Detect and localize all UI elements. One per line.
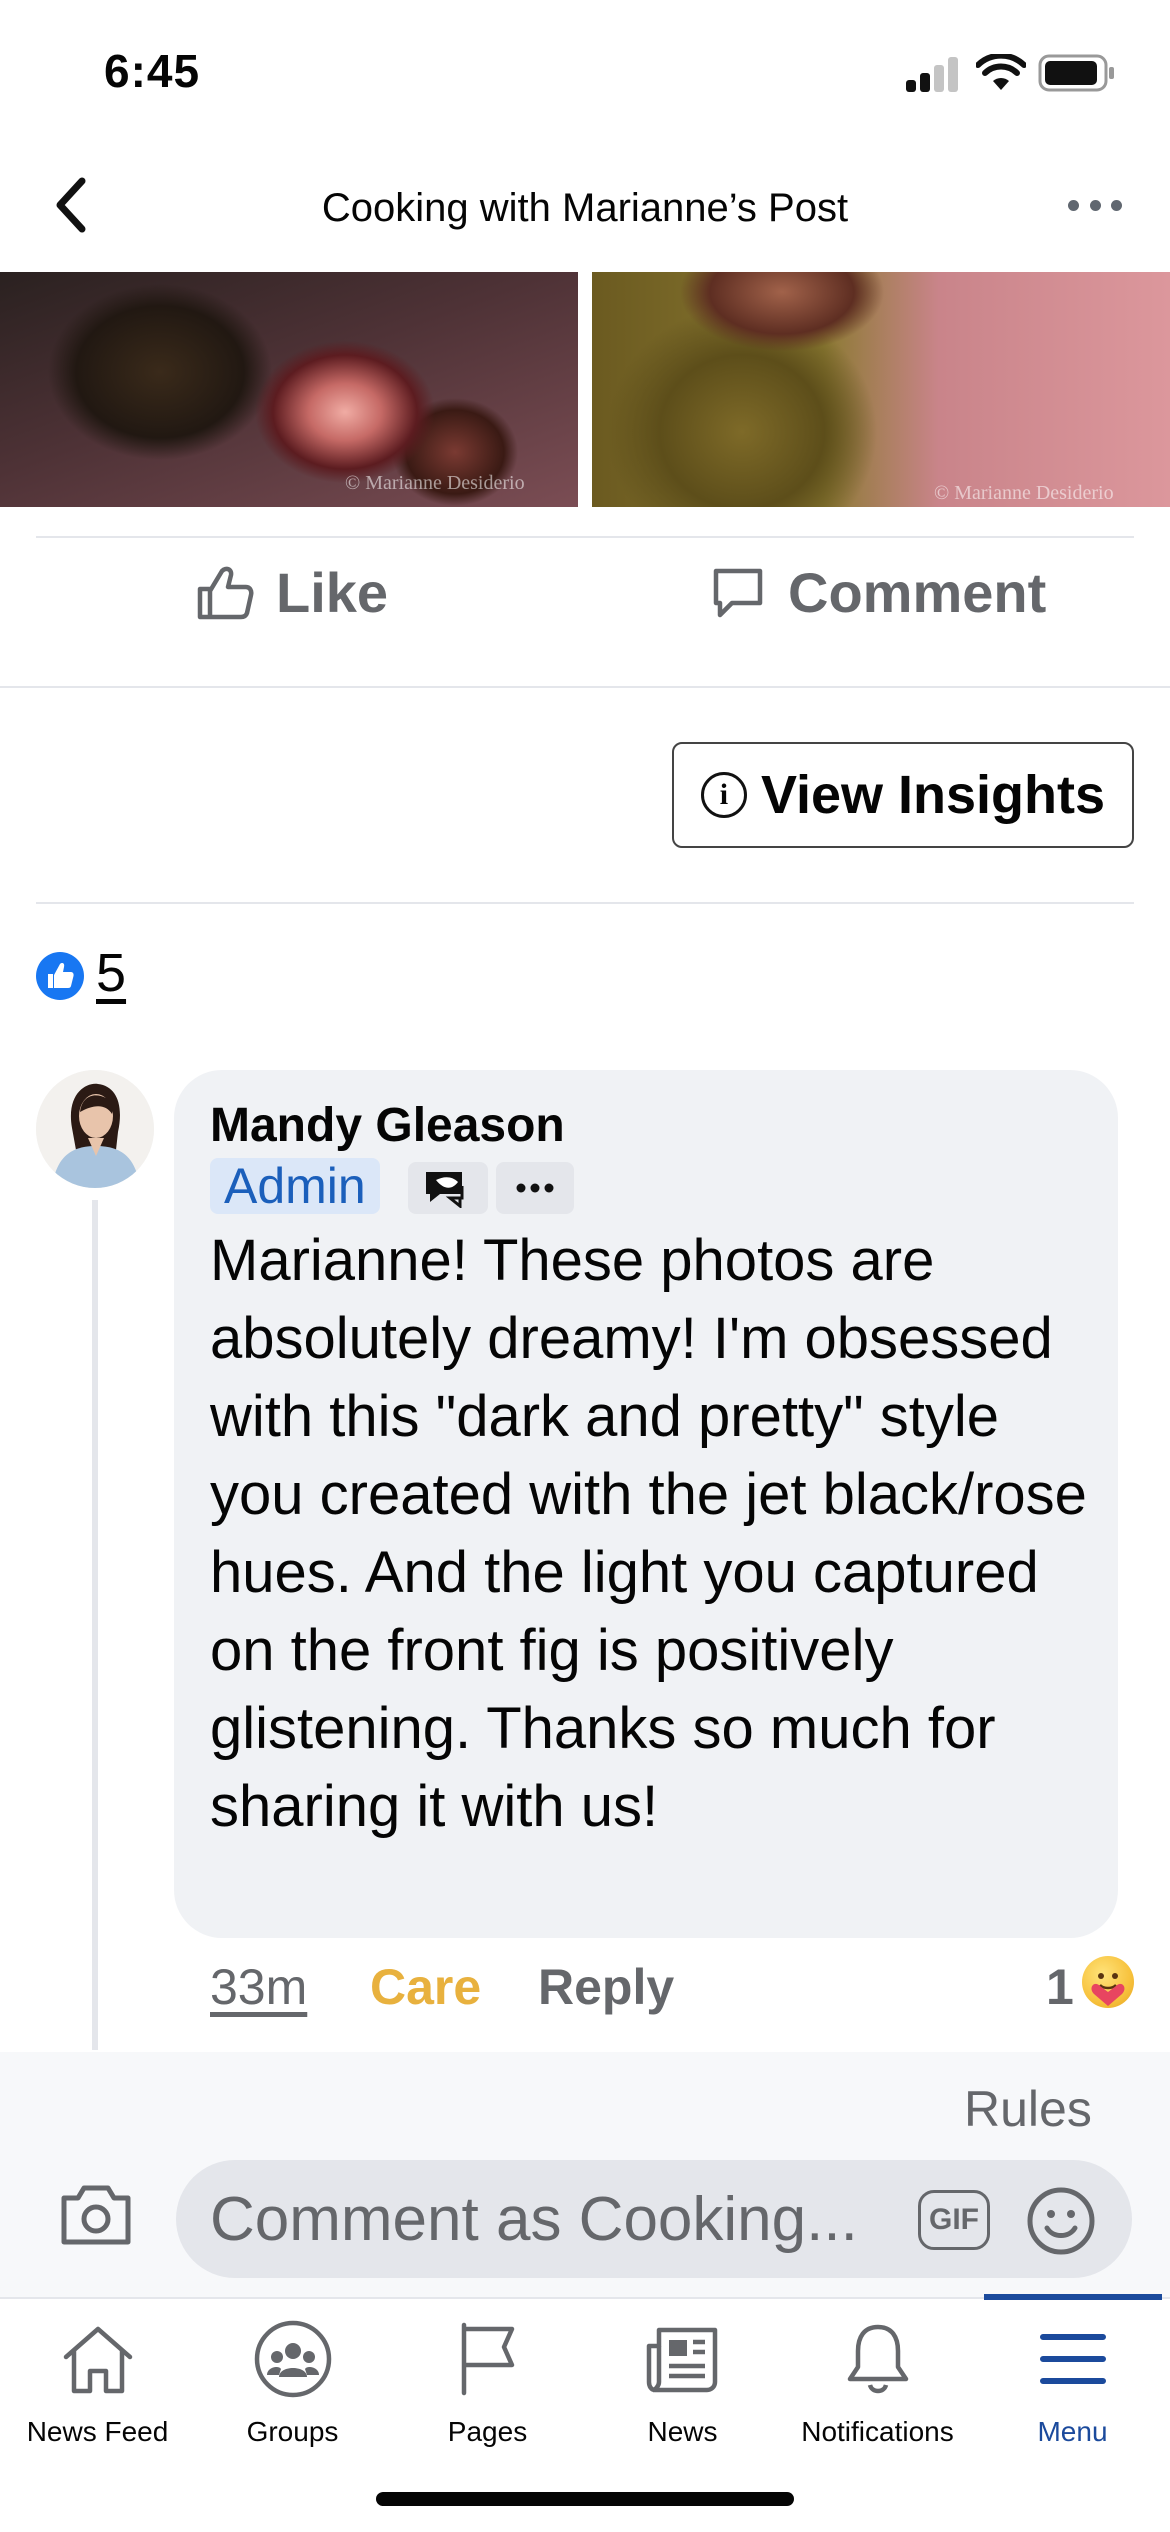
comment-author[interactable]: Mandy Gleason xyxy=(210,1098,565,1153)
tab-label: Menu xyxy=(1037,2416,1108,2447)
thumbs-up-icon xyxy=(197,566,254,619)
battery-icon xyxy=(1038,54,1114,92)
gif-button[interactable]: GIF xyxy=(918,2190,990,2250)
flag-icon xyxy=(461,2322,514,2396)
home-icon xyxy=(63,2326,132,2394)
photo-watermark: © Marianne Desiderio xyxy=(934,482,1114,504)
comment-timestamp[interactable]: 33m xyxy=(210,1958,307,2016)
emoji-icon[interactable] xyxy=(1026,2186,1096,2256)
care-emoji-icon xyxy=(1082,1956,1134,2008)
tab-news[interactable]: News xyxy=(585,2318,780,2448)
comment-reaction-count[interactable]: 1 xyxy=(1046,1958,1074,2016)
thread-line xyxy=(92,1200,98,2050)
menu-icon xyxy=(1039,2334,1106,2384)
tab-label: Pages xyxy=(447,2416,528,2447)
avatar[interactable] xyxy=(36,1070,154,1188)
rules-link[interactable]: Rules xyxy=(964,2080,1092,2138)
care-reaction-button[interactable]: Care xyxy=(370,1958,481,2016)
like-button[interactable]: Like xyxy=(196,560,388,625)
tab-label: Notifications xyxy=(801,2416,954,2447)
reply-button[interactable]: Reply xyxy=(538,1958,674,2016)
active-tab-indicator xyxy=(984,2294,1162,2300)
tab-label: Groups xyxy=(246,2416,339,2447)
moderation-button[interactable] xyxy=(408,1162,488,1214)
view-insights-label: View Insights xyxy=(760,765,1106,825)
groups-icon xyxy=(254,2320,331,2398)
info-icon: i xyxy=(700,772,747,818)
post-photo-1[interactable]: © Marianne Desiderio xyxy=(0,272,578,507)
more-options-button[interactable] xyxy=(1060,180,1130,230)
photo-watermark: © Marianne Desiderio xyxy=(345,472,525,494)
bell-icon xyxy=(847,2324,908,2394)
tab-news-feed[interactable]: News Feed xyxy=(0,2318,195,2448)
news-icon xyxy=(646,2327,717,2393)
view-insights-button[interactable]: i View Insights xyxy=(672,742,1134,848)
wifi-icon xyxy=(976,54,1026,90)
tab-notifications[interactable]: Notifications xyxy=(780,2318,975,2448)
speech-bubble-icon xyxy=(713,568,763,617)
comment-text: Marianne! These photos are absolutely dr… xyxy=(210,1228,1087,1839)
cellular-signal-icon xyxy=(906,56,958,92)
post-photo-2[interactable]: © Marianne Desiderio xyxy=(592,272,1170,507)
tab-groups[interactable]: Groups xyxy=(195,2318,390,2448)
tab-menu[interactable]: Menu xyxy=(975,2318,1170,2448)
tab-label: News xyxy=(647,2416,718,2447)
section-separator xyxy=(0,686,1170,688)
more-dots-icon xyxy=(516,1183,554,1193)
comment-more-button[interactable] xyxy=(496,1162,574,1214)
tab-pages[interactable]: Pages xyxy=(390,2318,585,2448)
divider xyxy=(36,902,1134,904)
chat-shield-icon xyxy=(426,1172,464,1208)
divider xyxy=(36,536,1134,538)
camera-icon[interactable] xyxy=(58,2180,134,2248)
comment-button[interactable]: Comment xyxy=(710,560,1046,625)
home-indicator xyxy=(376,2492,794,2506)
page-title: Cooking with Marianne’s Post xyxy=(321,186,849,230)
admin-badge: Admin xyxy=(210,1158,380,1214)
tab-label: News Feed xyxy=(26,2416,169,2447)
comment-label: Comment xyxy=(788,561,1047,624)
like-label: Like xyxy=(276,561,389,624)
comment-input-placeholder: Comment as Cooking... xyxy=(210,2185,858,2254)
status-time: 6:45 xyxy=(104,45,201,97)
reaction-count-link[interactable]: 5 xyxy=(96,942,126,1004)
like-reaction-icon xyxy=(36,952,84,1000)
